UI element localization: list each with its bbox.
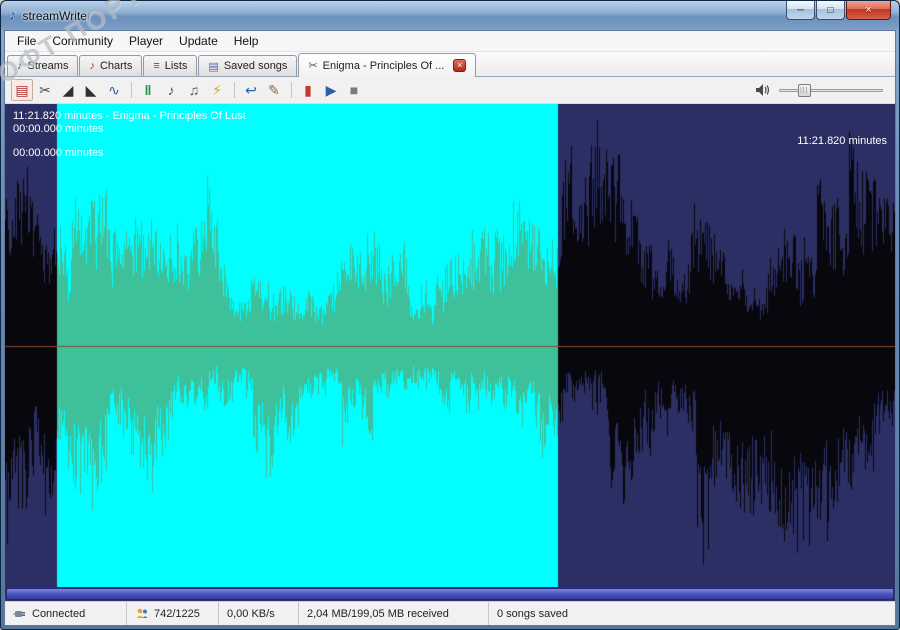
- status-received-text: 2,04 MB/199,05 MB received: [307, 607, 449, 620]
- minimize-button[interactable]: ─: [786, 1, 815, 20]
- mute-end-button[interactable]: ♫: [183, 79, 205, 101]
- plug-icon: [13, 611, 25, 617]
- toolbar-separator: [234, 82, 235, 98]
- tab-label: Enigma - Principles Of ...: [322, 59, 445, 72]
- speaker-icon: [756, 84, 770, 96]
- tab-saved-songs[interactable]: ▤ Saved songs: [198, 55, 298, 76]
- menu-community[interactable]: Community: [44, 32, 121, 50]
- disk-icon: ▤: [208, 60, 219, 73]
- stop-button[interactable]: ■: [343, 79, 365, 101]
- status-speed-text: 0,00 KB/s: [227, 607, 275, 620]
- set-position-button[interactable]: ▮: [297, 79, 319, 101]
- status-connection: Connected: [5, 602, 127, 625]
- status-bar: Connected 742/1225 0,00 KB/s 2,04 MB/199…: [5, 601, 895, 625]
- tab-bar: ♪ Streams ♪ Charts ≡ Lists ▤ Saved songs…: [5, 52, 895, 77]
- chart-note-icon: ♪: [89, 60, 95, 72]
- toolbar-separator: [131, 82, 132, 98]
- status-ratio-text: 742/1225: [154, 607, 200, 620]
- tab-close-icon[interactable]: ×: [453, 59, 467, 72]
- close-button[interactable]: ×: [846, 1, 891, 20]
- menu-player[interactable]: Player: [121, 32, 171, 50]
- wave-total-length: 11:21.820 minutes: [797, 135, 887, 147]
- tab-label: Streams: [27, 60, 69, 72]
- scissors-icon: ✂: [308, 60, 318, 72]
- save-button[interactable]: ▤: [11, 79, 33, 101]
- status-saved-text: 0 songs saved: [497, 607, 568, 620]
- volume-slider[interactable]: |||: [779, 82, 883, 98]
- scrollbar-thumb[interactable]: [6, 588, 894, 600]
- volume-slider-track: [779, 89, 883, 92]
- volume-control: |||: [755, 82, 889, 98]
- cut-button[interactable]: ✂: [34, 79, 56, 101]
- undo-button[interactable]: ↩: [240, 79, 262, 101]
- editor-toolbar: ▤ ✂ ◢ ◣ ∿ ‖ ♪ ♫ ⚡ ↩ ✎ ▮ ▶ ■ |||: [5, 77, 895, 104]
- tab-streams[interactable]: ♪ Streams: [7, 55, 79, 76]
- apply-fx-button[interactable]: ⚡: [206, 79, 228, 101]
- wave-position-label: 00:00.000 minutes: [13, 123, 104, 135]
- status-speed: 0,00 KB/s: [219, 602, 299, 625]
- window-title: streamWriter: [22, 8, 91, 23]
- maximize-button[interactable]: □: [816, 1, 845, 20]
- app-icon: ♪: [9, 7, 17, 24]
- wave-selection-label: 00:00.000 minutes: [13, 147, 104, 159]
- menu-update[interactable]: Update: [171, 32, 226, 50]
- status-songs-ratio: 742/1225: [127, 602, 219, 625]
- fade-in-button[interactable]: ◢: [57, 79, 79, 101]
- horizontal-scrollbar: [5, 587, 895, 601]
- mute-start-button[interactable]: ♪: [160, 79, 182, 101]
- silence-button[interactable]: ‖: [137, 79, 159, 101]
- tab-lists[interactable]: ≡ Lists: [143, 55, 198, 76]
- tab-label: Lists: [164, 60, 188, 72]
- status-received: 2,04 MB/199,05 MB received: [299, 602, 489, 625]
- toolbar-separator: [291, 82, 292, 98]
- list-icon: ≡: [153, 60, 160, 72]
- wave-track-title: 11:21.820 minutes - Enigma - Principles …: [13, 110, 246, 122]
- title-bar: ♪ streamWriter ─ □ ×: [1, 1, 899, 30]
- status-saved: 0 songs saved: [489, 602, 895, 625]
- volume-slider-thumb[interactable]: |||: [797, 84, 811, 97]
- window-controls: ─ □ ×: [785, 1, 891, 20]
- menu-bar: File Community Player Update Help: [5, 31, 895, 52]
- auto-cut-button[interactable]: ✎: [263, 79, 285, 101]
- tab-enigma-editor[interactable]: ✂ Enigma - Principles Of ... ×: [298, 53, 477, 77]
- client-area: File Community Player Update Help ♪ Stre…: [4, 30, 896, 626]
- app-window: ♪ streamWriter ─ □ × File Community Play…: [0, 0, 900, 630]
- waveform-canvas[interactable]: [5, 104, 895, 587]
- music-note-icon: ♪: [17, 60, 23, 72]
- tab-charts[interactable]: ♪ Charts: [79, 55, 143, 76]
- play-button[interactable]: ▶: [320, 79, 342, 101]
- effects-button[interactable]: ∿: [103, 79, 125, 101]
- waveform-editor: 11:21.820 minutes - Enigma - Principles …: [5, 104, 895, 587]
- tab-label: Charts: [99, 60, 133, 72]
- status-connected-text: Connected: [32, 607, 86, 620]
- menu-help[interactable]: Help: [226, 32, 267, 50]
- menu-file[interactable]: File: [9, 32, 44, 50]
- fade-out-button[interactable]: ◣: [80, 79, 102, 101]
- people-icon: [136, 608, 148, 618]
- tab-label: Saved songs: [223, 60, 288, 72]
